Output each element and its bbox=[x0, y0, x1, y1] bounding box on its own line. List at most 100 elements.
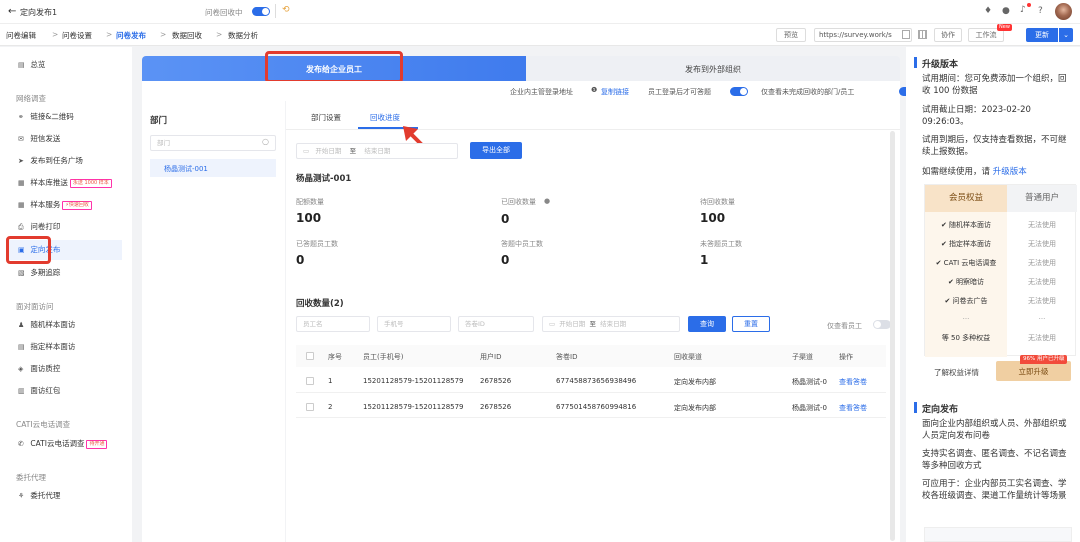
divider bbox=[286, 129, 900, 130]
phone-icon: ✆ bbox=[18, 440, 24, 448]
stat-label: 配额数量 bbox=[296, 198, 324, 206]
sidebar-item-face-redpacket[interactable]: ▥ 面访红包 bbox=[8, 381, 122, 401]
dept-panel: 部门 部门 ○ 杨晶测试-001 bbox=[142, 101, 285, 542]
receive-title: 回收数量(2) bbox=[296, 299, 344, 309]
query-button[interactable]: 查询 bbox=[688, 316, 726, 332]
dept-search-input[interactable]: 部门 bbox=[150, 135, 276, 151]
user-avatar[interactable] bbox=[1055, 3, 1072, 20]
tab-external[interactable]: 发布到外部组织 bbox=[526, 56, 900, 81]
benefit-details-link[interactable]: 了解权益详情 bbox=[934, 367, 979, 378]
filter-date-range[interactable]: ▭ 开始日期 至 结束日期 bbox=[542, 316, 680, 332]
help-icon[interactable]: ? bbox=[1038, 6, 1043, 16]
start-date-placeholder: 开始日期 bbox=[315, 147, 342, 155]
service-icon: ▦ bbox=[18, 201, 25, 209]
update-button[interactable]: 更新 bbox=[1026, 28, 1058, 42]
sidebar-item-random-face[interactable]: ♟ 随机样本面访 bbox=[8, 315, 122, 335]
column-header: 子渠道 bbox=[792, 353, 813, 361]
back-arrow-icon[interactable]: ← bbox=[8, 6, 16, 17]
row-sub-channel: 杨晶测试-0 bbox=[792, 378, 827, 386]
employee-filter-input[interactable]: 员工名 bbox=[296, 316, 370, 332]
stat-label: 已答题员工数 bbox=[296, 240, 338, 248]
benefit-item: ✔ 问卷去广告 bbox=[944, 297, 988, 305]
stat-value: 1 bbox=[700, 253, 709, 267]
sidebar-item-overview[interactable]: ▤ 总览 bbox=[8, 55, 122, 75]
top-bar: ← 定向发布1 问卷回收中 ⟲ ♦ ● ♪ ? bbox=[0, 0, 1080, 24]
sidebar-item-sample-push[interactable]: ▦ 样本库推送 永送 1000 样本 bbox=[8, 173, 122, 193]
row-employee: 15201128579-15201128579 bbox=[363, 377, 464, 385]
illustration-thumbnail bbox=[924, 527, 1072, 542]
bell-icon[interactable]: ♪ bbox=[1020, 5, 1026, 15]
select-all-checkbox[interactable] bbox=[306, 352, 314, 360]
dept-item-label: 杨晶测试-001 bbox=[164, 165, 208, 173]
step-collect[interactable]: 数据回收 bbox=[172, 30, 202, 41]
targeted-desc: 面向企业内部组织或人员、外部组织或人员定向发布问卷 bbox=[922, 419, 1067, 441]
benefit-normal: 无法使用 bbox=[1028, 240, 1056, 248]
sidebar-item-sample-service[interactable]: ▦ 样本服务 ⚡快速回收 bbox=[8, 195, 122, 215]
sidebar-item-label: 样本库推送 bbox=[30, 178, 68, 187]
sidebar-item-assigned-face[interactable]: ▤ 指定样本面访 bbox=[8, 337, 122, 357]
targeted-title: 定向发布 bbox=[922, 405, 959, 415]
step-publish[interactable]: 问卷发布 bbox=[116, 30, 146, 41]
highlight-box bbox=[265, 51, 403, 83]
sidebar-item-link-qr[interactable]: ⚭ 链接&二维码 bbox=[8, 107, 122, 127]
scrollbar[interactable] bbox=[890, 131, 895, 541]
answer-id-filter-input[interactable]: 答卷ID bbox=[458, 316, 534, 332]
history-icon[interactable]: ⟲ bbox=[282, 5, 290, 15]
sidebar-item-cati[interactable]: ✆ CATI云电话调查 待开通 bbox=[8, 434, 122, 454]
copy-link[interactable]: 复制链接 bbox=[601, 87, 629, 97]
row-answer-id: 677501458760994816 bbox=[556, 403, 637, 411]
sms-icon: ✉ bbox=[18, 135, 24, 143]
sidebar-item-face-qc[interactable]: ◈ 面访质控 bbox=[8, 359, 122, 379]
row-checkbox[interactable] bbox=[306, 403, 314, 411]
dept-item[interactable]: 杨晶测试-001 bbox=[150, 159, 276, 177]
stat-value: 0 bbox=[501, 212, 510, 226]
end-date-placeholder: 结束日期 bbox=[364, 147, 391, 155]
stat-value: 100 bbox=[296, 211, 322, 225]
login-answer-toggle[interactable] bbox=[730, 87, 748, 96]
chevron-right-icon: > bbox=[52, 30, 59, 39]
copy-icon[interactable] bbox=[902, 30, 910, 39]
sidebar-item-task-square[interactable]: ➤ 发布到任务广场 bbox=[8, 151, 122, 171]
collab-button[interactable]: 协作 bbox=[934, 28, 962, 42]
cati-tag: 待开通 bbox=[86, 439, 108, 449]
sidebar-item-print[interactable]: ⎙ 问卷打印 bbox=[8, 217, 122, 237]
row-checkbox[interactable] bbox=[306, 377, 314, 385]
sidebar-item-agent[interactable]: ⚘ 委托代理 bbox=[8, 486, 122, 506]
benefit-item: ✔ 明察暗访 bbox=[947, 278, 985, 286]
section-marker bbox=[914, 57, 917, 68]
answer-id-filter-placeholder: 答卷ID bbox=[465, 320, 485, 328]
notification-dot bbox=[1027, 3, 1031, 7]
reset-button[interactable]: 重置 bbox=[732, 316, 770, 332]
only-employee-label: 仅查看员工 bbox=[827, 322, 862, 330]
sidebar-item-multi-track[interactable]: ▧ 多期追踪 bbox=[8, 263, 122, 283]
handshake-icon: ⚘ bbox=[18, 492, 25, 500]
view-answer-link[interactable]: 查看答卷 bbox=[839, 377, 867, 387]
chevron-right-icon: > bbox=[106, 30, 113, 39]
continue-text: 如需继续使用，请 升级版本 bbox=[922, 166, 1074, 178]
qrcode-icon[interactable] bbox=[918, 30, 927, 39]
shirt-icon[interactable]: ♦ bbox=[984, 6, 992, 16]
preview-button[interactable]: 预览 bbox=[776, 28, 806, 42]
upgrade-now-button[interactable]: 立即升级 bbox=[996, 361, 1071, 381]
row-answer-id: 677458873656938496 bbox=[556, 377, 637, 385]
phone-filter-input[interactable]: 手机号 bbox=[377, 316, 451, 332]
survey-url-field[interactable]: https://survey.work/s bbox=[814, 28, 912, 42]
sidebar-group-label: 网络调查 bbox=[16, 94, 46, 103]
chevron-down-icon[interactable]: ⌄ bbox=[1059, 28, 1073, 42]
subtab-dept[interactable]: 部门设置 bbox=[311, 112, 341, 123]
date-range-picker[interactable]: ▭ 开始日期 至 结束日期 bbox=[296, 143, 458, 159]
step-edit[interactable]: 问卷编辑 bbox=[6, 30, 36, 41]
subtab-progress[interactable]: 回收进度 bbox=[370, 112, 400, 123]
upgrade-link[interactable]: 升级版本 bbox=[993, 167, 1027, 177]
sidebar-item-sms[interactable]: ✉ 短信发送 bbox=[8, 129, 122, 149]
view-answer-link[interactable]: 查看答卷 bbox=[839, 403, 867, 413]
recycle-toggle[interactable] bbox=[252, 7, 270, 16]
benefit-normal: 无法使用 bbox=[1028, 278, 1056, 286]
only-employee-toggle[interactable] bbox=[873, 320, 891, 329]
highlight-box bbox=[6, 236, 51, 264]
row-channel: 定向发布内部 bbox=[674, 404, 716, 412]
step-settings[interactable]: 问卷设置 bbox=[62, 30, 92, 41]
settings-icon[interactable]: ● bbox=[1002, 6, 1010, 16]
step-analysis[interactable]: 数据分析 bbox=[228, 30, 258, 41]
export-all-button[interactable]: 导出全部 bbox=[470, 142, 522, 159]
